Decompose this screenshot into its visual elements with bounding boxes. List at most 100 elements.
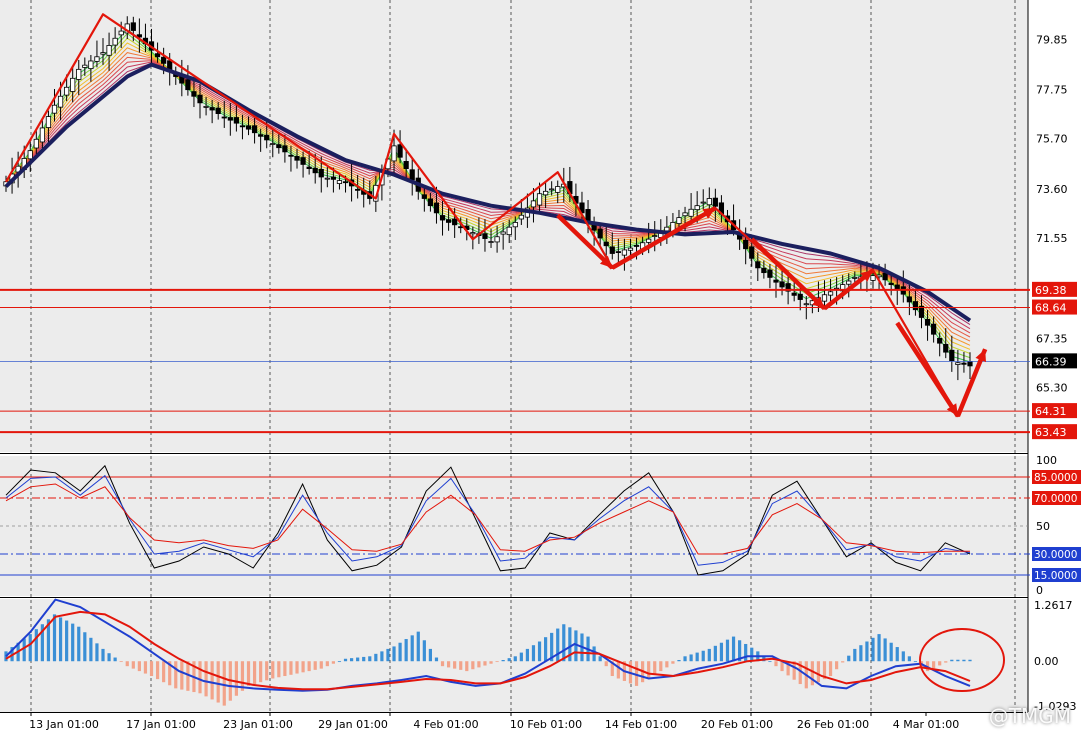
macd-histogram-bar	[810, 661, 814, 686]
level-price-tag-label: 64.31	[1035, 405, 1067, 418]
candle-body	[749, 246, 755, 259]
candle-body	[397, 144, 403, 158]
macd-histogram-bar	[562, 624, 566, 662]
stochastic-level-tag-label: 85.0000	[1034, 472, 1077, 484]
macd-histogram-bar	[392, 646, 396, 662]
macd-histogram-bar	[816, 661, 821, 683]
macd-histogram-bar	[404, 639, 408, 662]
macd-histogram-bar	[289, 661, 293, 675]
macd-histogram-bar	[962, 659, 966, 662]
macd-histogram-bar	[222, 661, 226, 706]
candle-body	[106, 45, 112, 56]
candle-body	[846, 280, 852, 285]
candle-body	[688, 208, 694, 217]
candle-body	[706, 198, 712, 206]
macd-histogram-bar	[932, 661, 936, 669]
macd-histogram-bar	[71, 623, 75, 662]
candle-body	[627, 247, 634, 251]
stochastic-axis-tick-label: 100	[1036, 454, 1057, 467]
macd-histogram-bar	[89, 637, 93, 662]
macd-histogram-bar	[83, 632, 87, 662]
price-axis-tick-label: 65.30	[1036, 381, 1068, 394]
macd-histogram-bar	[956, 659, 960, 662]
macd-histogram-bar	[507, 658, 511, 662]
candle-body	[967, 361, 973, 367]
macd-histogram-bar	[883, 638, 887, 662]
candle-body	[512, 222, 518, 228]
macd-histogram-bar	[471, 661, 475, 670]
candle-body	[245, 125, 252, 130]
candle-body	[530, 200, 537, 208]
macd-histogram-bar	[125, 661, 129, 667]
macd-histogram-bar	[513, 656, 517, 662]
macd-histogram-bar	[944, 661, 948, 663]
candle-body	[312, 167, 318, 174]
candle-body	[355, 188, 361, 191]
macd-axis-tick-label: 0.00	[1034, 655, 1059, 668]
stochastic-level-tag-label: 30.0000	[1034, 549, 1077, 561]
macd-histogram-bar	[234, 661, 238, 696]
candle-body	[191, 91, 197, 97]
macd-histogram-bar	[719, 642, 724, 662]
macd-histogram-bar	[34, 629, 38, 662]
candle-body	[82, 64, 88, 68]
price-axis-tick-label: 75.70	[1036, 133, 1068, 146]
macd-histogram-bar	[337, 661, 342, 663]
candle-body	[51, 104, 58, 114]
candle-body	[542, 190, 549, 196]
candle-body	[652, 235, 658, 237]
macd-histogram-bar	[131, 661, 135, 669]
candle-body	[258, 134, 264, 137]
macd-histogram-bar	[380, 651, 384, 662]
candle-body	[870, 275, 876, 281]
macd-histogram-bar	[204, 661, 208, 697]
macd-histogram-bar	[543, 637, 548, 662]
macd-histogram-bar	[374, 653, 378, 662]
candle-body	[100, 52, 106, 55]
macd-histogram-bar	[847, 655, 851, 662]
candle-body	[33, 138, 39, 149]
level-price-tag-label: 63.43	[1035, 426, 1067, 439]
level-price-tag-label: 66.39	[1035, 355, 1067, 368]
candle-body	[209, 107, 215, 111]
macd-histogram-bar	[616, 661, 620, 679]
candle-body	[791, 292, 797, 296]
macd-histogram-bar	[701, 650, 705, 662]
time-axis-tick-label: 17 Jan 01:00	[126, 718, 196, 731]
candle-body	[452, 218, 458, 226]
stochastic-axis-tick-label: 0	[1036, 584, 1043, 597]
candle-body	[482, 233, 488, 239]
candle-body	[621, 249, 628, 256]
candle-body	[300, 157, 306, 165]
time-axis-tick-label: 4 Feb 01:00	[413, 718, 478, 731]
candle-body	[488, 241, 494, 243]
candle-body	[306, 166, 312, 170]
candle-body	[391, 145, 397, 162]
macd-histogram-bar	[725, 639, 730, 662]
candle-body	[937, 338, 943, 344]
macd-histogram-bar	[483, 661, 487, 666]
macd-histogram-bar	[410, 635, 414, 662]
candle-body	[949, 349, 955, 362]
macd-histogram-bar	[252, 661, 257, 685]
candle-body	[700, 201, 706, 204]
candle-body	[154, 53, 161, 58]
macd-histogram-bar	[525, 648, 530, 662]
watermark-logo: @TMGM	[988, 704, 1071, 728]
candle-body	[894, 284, 900, 290]
candle-body	[215, 107, 221, 114]
macd-histogram-bar	[774, 661, 778, 667]
candle-body	[64, 86, 70, 96]
macd-histogram-bar	[598, 656, 602, 662]
macd-histogram-bar	[859, 645, 863, 662]
macd-histogram-bar	[647, 661, 651, 679]
candle-body	[506, 226, 512, 236]
candle-body	[161, 56, 167, 64]
candle-body	[445, 219, 452, 223]
candle-body	[852, 277, 858, 279]
macd-histogram-bar	[871, 637, 875, 662]
macd-histogram-bar	[246, 661, 251, 686]
candle-body	[94, 56, 100, 62]
candle-body	[633, 245, 640, 247]
macd-histogram-bar	[950, 659, 954, 662]
